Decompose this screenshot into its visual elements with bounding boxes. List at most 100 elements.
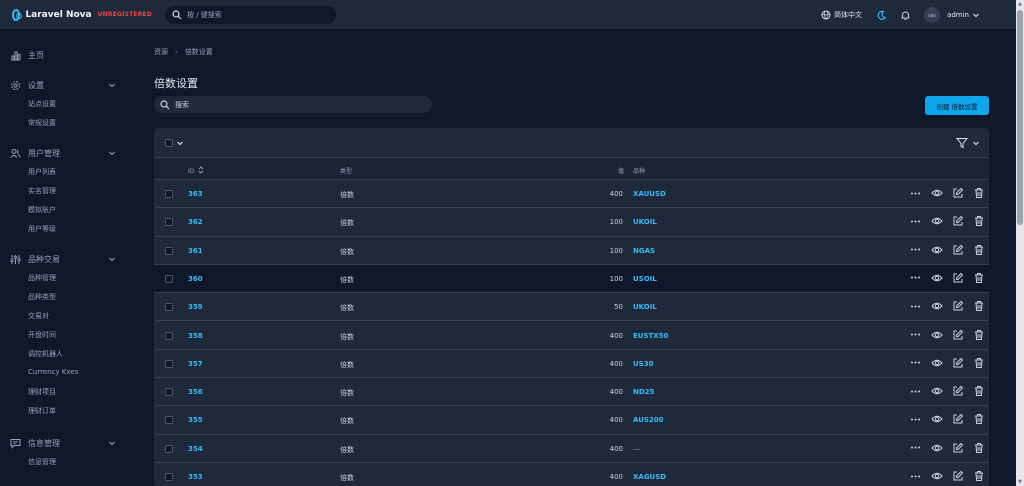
create-button[interactable]: 创建 倍数设置 <box>925 96 989 115</box>
row-id-link[interactable]: 361 <box>188 247 203 255</box>
view-icon[interactable] <box>926 272 947 284</box>
sidebar-subitem-open-hours[interactable]: 开盘时间 <box>28 330 56 340</box>
row-symbol-link[interactable]: XAGUSD <box>633 473 666 481</box>
resource-search-input[interactable] <box>175 100 415 109</box>
table-row[interactable]: 356 倍数 400 ND25 <box>154 378 989 407</box>
select-all-checkbox[interactable] <box>165 139 173 147</box>
column-header-id[interactable]: ID <box>188 166 204 175</box>
user-menu[interactable]: idm admin <box>924 7 980 23</box>
sidebar-subitem-site-settings[interactable]: 站点设置 <box>28 99 56 109</box>
sidebar-subitem-pairs[interactable]: 交易对 <box>28 311 49 321</box>
edit-icon[interactable] <box>947 300 968 312</box>
language-switcher[interactable]: 简体中文 <box>821 10 862 20</box>
row-symbol-link[interactable]: ND25 <box>633 388 654 396</box>
delete-icon[interactable] <box>968 413 989 425</box>
view-icon[interactable] <box>926 385 947 397</box>
row-symbol-link[interactable]: NGAS <box>633 247 655 255</box>
edit-icon[interactable] <box>947 442 968 454</box>
table-row[interactable]: 353 倍数 400 XAGUSD <box>154 463 989 486</box>
sidebar-subitem-currency-kxes[interactable]: Currency Kxes <box>28 368 78 376</box>
row-id-link[interactable]: 357 <box>188 360 203 368</box>
row-id-link[interactable]: 362 <box>188 218 203 226</box>
sidebar-item-home[interactable]: 主页 <box>0 48 140 62</box>
sidebar-subitem-general-settings[interactable]: 常规设置 <box>28 118 56 128</box>
edit-icon[interactable] <box>947 413 968 425</box>
resource-search[interactable] <box>154 96 432 113</box>
view-icon[interactable] <box>926 470 947 482</box>
more-actions-icon[interactable] <box>905 301 926 312</box>
row-checkbox[interactable] <box>165 274 173 283</box>
sidebar-item-settings[interactable]: 设置 <box>0 78 140 92</box>
view-icon[interactable] <box>926 413 947 425</box>
edit-icon[interactable] <box>947 244 968 256</box>
edit-icon[interactable] <box>947 385 968 397</box>
delete-icon[interactable] <box>968 272 989 284</box>
sidebar-subitem-wealth-orders[interactable]: 理财订单 <box>28 406 56 416</box>
more-actions-icon[interactable] <box>905 386 926 397</box>
table-row[interactable]: 362 倍数 100 UKOIL <box>154 208 989 237</box>
row-symbol-link[interactable]: — <box>633 445 640 453</box>
row-id-link[interactable]: 354 <box>188 445 203 453</box>
view-icon[interactable] <box>926 442 947 454</box>
more-actions-icon[interactable] <box>905 442 926 453</box>
sidebar-subitem-messages[interactable]: 信息管理 <box>28 457 56 467</box>
edit-icon[interactable] <box>947 357 968 369</box>
delete-icon[interactable] <box>968 187 989 199</box>
row-symbol-link[interactable]: USOIL <box>633 275 657 283</box>
app-logo[interactable]: Laravel Nova UNREGISTERED <box>12 8 152 21</box>
view-icon[interactable] <box>926 300 947 312</box>
table-row[interactable]: 357 倍数 400 US30 <box>154 350 989 379</box>
delete-icon[interactable] <box>968 329 989 341</box>
row-symbol-link[interactable]: XAUUSD <box>633 190 666 198</box>
delete-icon[interactable] <box>968 244 989 256</box>
delete-icon[interactable] <box>968 215 989 227</box>
delete-icon[interactable] <box>968 442 989 454</box>
row-checkbox[interactable] <box>165 331 173 340</box>
notifications-button[interactable] <box>900 10 911 21</box>
scrollbar-thumb[interactable] <box>1017 10 1023 225</box>
row-symbol-link[interactable]: UKOIL <box>633 303 657 311</box>
row-id-link[interactable]: 353 <box>188 473 203 481</box>
sidebar-subitem-robots[interactable]: 调控机器人 <box>28 349 63 359</box>
edit-icon[interactable] <box>947 187 968 199</box>
row-id-link[interactable]: 358 <box>188 332 203 340</box>
table-row[interactable]: 359 倍数 50 UKOIL <box>154 293 989 322</box>
more-actions-icon[interactable] <box>905 471 926 482</box>
row-symbol-link[interactable]: AUS200 <box>633 416 664 424</box>
view-icon[interactable] <box>926 244 947 256</box>
filter-button[interactable] <box>956 137 980 149</box>
more-actions-icon[interactable] <box>905 216 926 227</box>
row-checkbox[interactable] <box>165 246 173 255</box>
global-search-input[interactable] <box>187 10 327 19</box>
chevron-down-icon[interactable] <box>176 139 184 147</box>
edit-icon[interactable] <box>947 215 968 227</box>
more-actions-icon[interactable] <box>905 272 926 283</box>
row-checkbox[interactable] <box>165 359 173 368</box>
more-actions-icon[interactable] <box>905 244 926 255</box>
row-checkbox[interactable] <box>165 388 173 397</box>
scroll-down-arrow[interactable]: ▼ <box>1017 479 1023 485</box>
sidebar-subitem-wealth-products[interactable]: 理财项目 <box>28 387 56 397</box>
sidebar-item-trading[interactable]: 品种交易 <box>0 252 140 266</box>
view-icon[interactable] <box>926 357 947 369</box>
row-symbol-link[interactable]: UKOIL <box>633 218 657 226</box>
sidebar-subitem-symbols[interactable]: 品种管理 <box>28 273 56 283</box>
sidebar-item-messages[interactable]: 信息管理 <box>0 436 140 450</box>
sidebar-subitem-demo-accounts[interactable]: 模拟账户 <box>28 205 56 215</box>
row-id-link[interactable]: 360 <box>188 275 203 283</box>
scroll-up-arrow[interactable]: ▲ <box>1017 1 1023 7</box>
row-id-link[interactable]: 356 <box>188 388 203 396</box>
table-row[interactable]: 354 倍数 400 — <box>154 435 989 463</box>
sidebar-subitem-user-list[interactable]: 用户列表 <box>28 167 56 177</box>
row-checkbox[interactable] <box>165 444 173 453</box>
global-search[interactable] <box>165 5 336 24</box>
sidebar-subitem-user-levels[interactable]: 用户等级 <box>28 224 56 234</box>
row-id-link[interactable]: 355 <box>188 416 203 424</box>
more-actions-icon[interactable] <box>905 414 926 425</box>
edit-icon[interactable] <box>947 272 968 284</box>
theme-toggle[interactable] <box>876 10 887 21</box>
table-row[interactable]: 361 倍数 100 NGAS <box>154 237 989 265</box>
edit-icon[interactable] <box>947 470 968 482</box>
row-checkbox[interactable] <box>165 218 173 227</box>
row-symbol-link[interactable]: EUSTX50 <box>633 332 668 340</box>
